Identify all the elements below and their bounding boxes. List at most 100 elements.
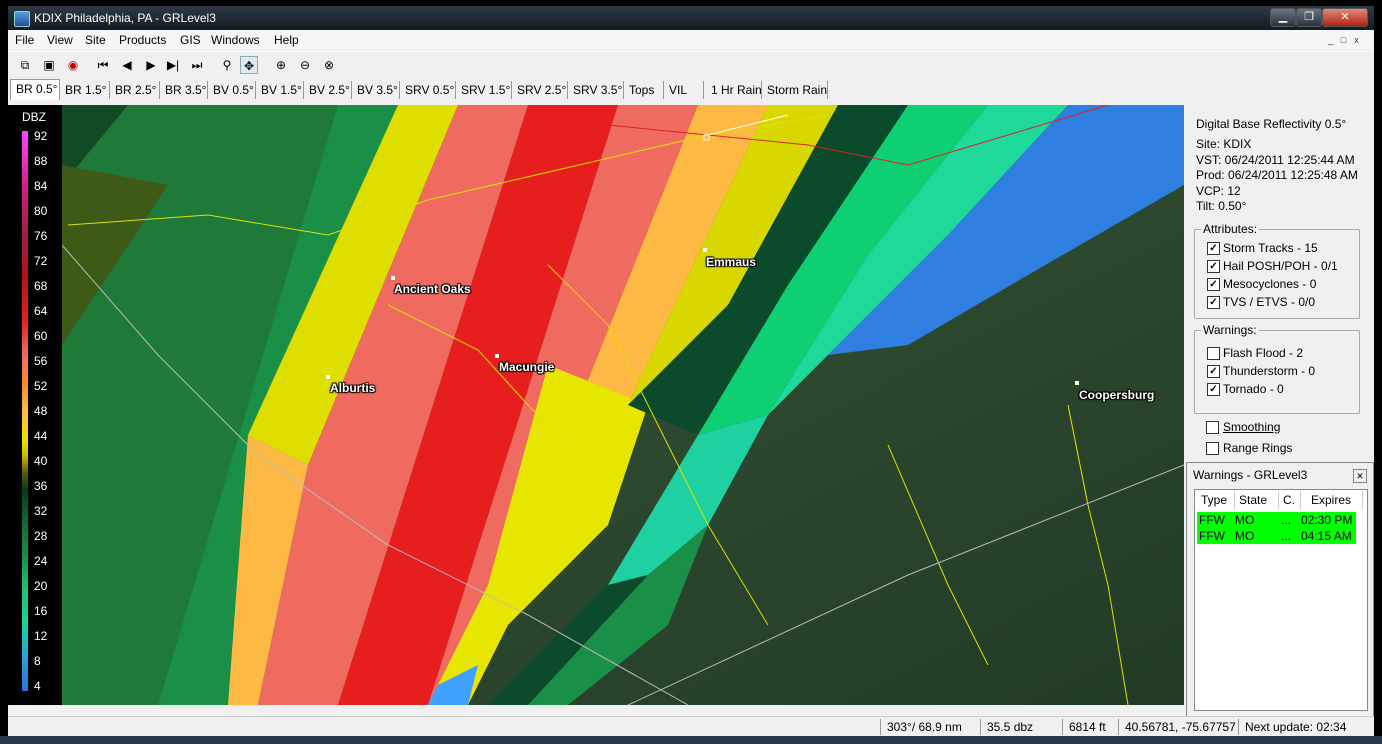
tab-srv-1-5[interactable]: SRV 1.5° [456,81,512,99]
legend-tick: 4 [34,679,41,693]
legend-tick: 36 [34,479,48,493]
cell-type: FFW [1199,529,1225,543]
status-dbz: 35.5 dbz [980,719,1062,735]
tab-br-3-5[interactable]: BR 3.5° [160,81,208,99]
tab-tops[interactable]: Tops [624,81,664,99]
mdi-restore-icon[interactable]: □ [1337,34,1350,46]
menu-help[interactable]: Help [274,33,299,47]
play-icon[interactable]: ▶ [142,56,160,74]
menu-site[interactable]: Site [85,33,106,47]
legend-unit: DBZ [22,110,46,124]
tvs-checkbox[interactable]: ✓ [1207,296,1220,309]
thunderstorm-checkbox[interactable]: ✓ [1207,365,1220,378]
col-state[interactable]: State [1235,491,1279,509]
table-row[interactable]: FFW MO ... 04:15 AM [1197,528,1356,544]
city-marker [391,276,395,280]
legend-tick: 64 [34,304,48,318]
cell-c: ... [1281,513,1292,527]
color-scale-bar [22,131,28,691]
warnings-window: Warnings - GRLevel3 ✕ Type State C. Expi… [1186,462,1374,718]
city-label-alburtis: Alburtis [330,381,376,395]
col-expires[interactable]: Expires [1301,491,1363,509]
tab-bv-1-5[interactable]: BV 1.5° [256,81,304,99]
legend-tick: 32 [34,504,48,518]
smoothing-checkbox[interactable] [1206,421,1219,434]
smoothing-label: Smoothing [1223,420,1281,434]
tab-br-2-5[interactable]: BR 2.5° [110,81,160,99]
mesocyclones-checkbox[interactable]: ✓ [1207,278,1220,291]
tab-bv-0-5[interactable]: BV 0.5° [208,81,256,99]
legend-tick: 72 [34,254,48,268]
paste-icon[interactable]: ▣ [40,56,58,74]
pan-icon[interactable]: ✥ [240,56,258,74]
city-label-coopersburg: Coopersburg [1079,388,1155,402]
flash-flood-checkbox[interactable] [1207,347,1220,360]
tab-bv-3-5[interactable]: BV 3.5° [352,81,400,99]
record-icon[interactable]: ◉ [64,56,82,74]
vst-label: VST: 06/24/2011 12:25:44 AM [1196,153,1355,167]
radar-map[interactable]: DBZ 92 88 84 80 76 72 68 64 60 56 52 48 … [8,105,1184,705]
legend-tick: 84 [34,179,48,193]
zoom-reset-icon[interactable]: ⊗ [320,56,338,74]
tab-bv-2-5[interactable]: BV 2.5° [304,81,352,99]
tornado-checkbox[interactable]: ✓ [1207,383,1220,396]
tornado-label: Tornado - 0 [1223,382,1284,396]
status-coords: 40.56781, -75.67757 [1118,719,1238,735]
maximize-button[interactable]: ❐ [1296,8,1322,27]
zoom-icon[interactable]: ⚲ [218,56,236,74]
vcp-label: VCP: 12 [1196,184,1241,198]
mdi-minimize-icon[interactable]: _ [1324,34,1337,46]
attributes-group: Attributes: ✓ Storm Tracks - 15 ✓ Hail P… [1194,222,1360,319]
hail-checkbox[interactable]: ✓ [1207,260,1220,273]
legend-tick: 60 [34,329,48,343]
col-c[interactable]: C. [1279,491,1301,509]
tab-storm-rain[interactable]: Storm Rain [762,81,828,99]
window-title: KDIX Philadelphia, PA - GRLevel3 [34,11,216,25]
city-marker [326,375,330,379]
zoom-in-icon[interactable]: ⊕ [272,56,290,74]
menu-view[interactable]: View [47,33,73,47]
menu-file[interactable]: File [15,33,34,47]
close-icon[interactable]: ✕ [1353,469,1367,483]
legend-tick: 88 [34,154,48,168]
tab-br-0-5[interactable]: BR 0.5° [10,79,60,100]
tab-srv-3-5[interactable]: SRV 3.5° [568,81,624,99]
city-marker [1075,381,1079,385]
table-row[interactable]: FFW MO ... 02:30 PM [1197,512,1356,528]
tab-br-1-5[interactable]: BR 1.5° [60,81,110,99]
tab-vil[interactable]: VIL [664,81,704,99]
legend-tick: 52 [34,379,48,393]
cell-state: MO [1235,529,1255,543]
tab-1hr-rain[interactable]: 1 Hr Rain [706,81,762,99]
minimize-button[interactable]: ▁ [1270,8,1296,27]
prev-frame-icon[interactable]: ◀ [118,56,136,74]
warnings-table: Type State C. Expires FFW MO ... 02:30 P… [1194,489,1368,711]
range-rings-checkbox[interactable] [1206,442,1219,455]
app-icon [14,11,30,27]
dbz-legend: DBZ 92 88 84 80 76 72 68 64 60 56 52 48 … [8,105,62,705]
legend-tick: 48 [34,404,48,418]
menu-windows[interactable]: Windows [211,33,260,47]
city-label-ancient-oaks: Ancient Oaks [394,282,471,296]
main-window: KDIX Philadelphia, PA - GRLevel3 ▁ ❐ ✕ F… [8,6,1374,744]
tab-srv-0-5[interactable]: SRV 0.5° [400,81,456,99]
mdi-close-icon[interactable]: x [1350,34,1363,46]
legend-tick: 56 [34,354,48,368]
tab-srv-2-5[interactable]: SRV 2.5° [512,81,568,99]
last-frame-icon[interactable]: ⏭ [188,56,206,74]
menu-gis[interactable]: GIS [180,33,201,47]
menu-products[interactable]: Products [119,33,166,47]
first-frame-icon[interactable]: ⏮ [94,56,112,74]
city-marker [703,248,707,252]
status-bar: 303°/ 68.9 nm 35.5 dbz 6814 ft 40.56781,… [8,716,1374,737]
storm-tracks-checkbox[interactable]: ✓ [1207,242,1220,255]
zoom-out-icon[interactable]: ⊖ [296,56,314,74]
copy-icon[interactable]: ⧉ [16,56,34,74]
close-button[interactable]: ✕ [1322,8,1368,27]
flash-flood-label: Flash Flood - 2 [1223,346,1304,360]
cell-c: ... [1281,529,1292,543]
next-frame-icon[interactable]: ▶| [164,56,182,74]
col-type[interactable]: Type [1197,491,1235,509]
menu-bar: File View Site Products GIS Windows Help [8,30,1374,50]
storm-tracks-label: Storm Tracks - 15 [1223,241,1318,255]
